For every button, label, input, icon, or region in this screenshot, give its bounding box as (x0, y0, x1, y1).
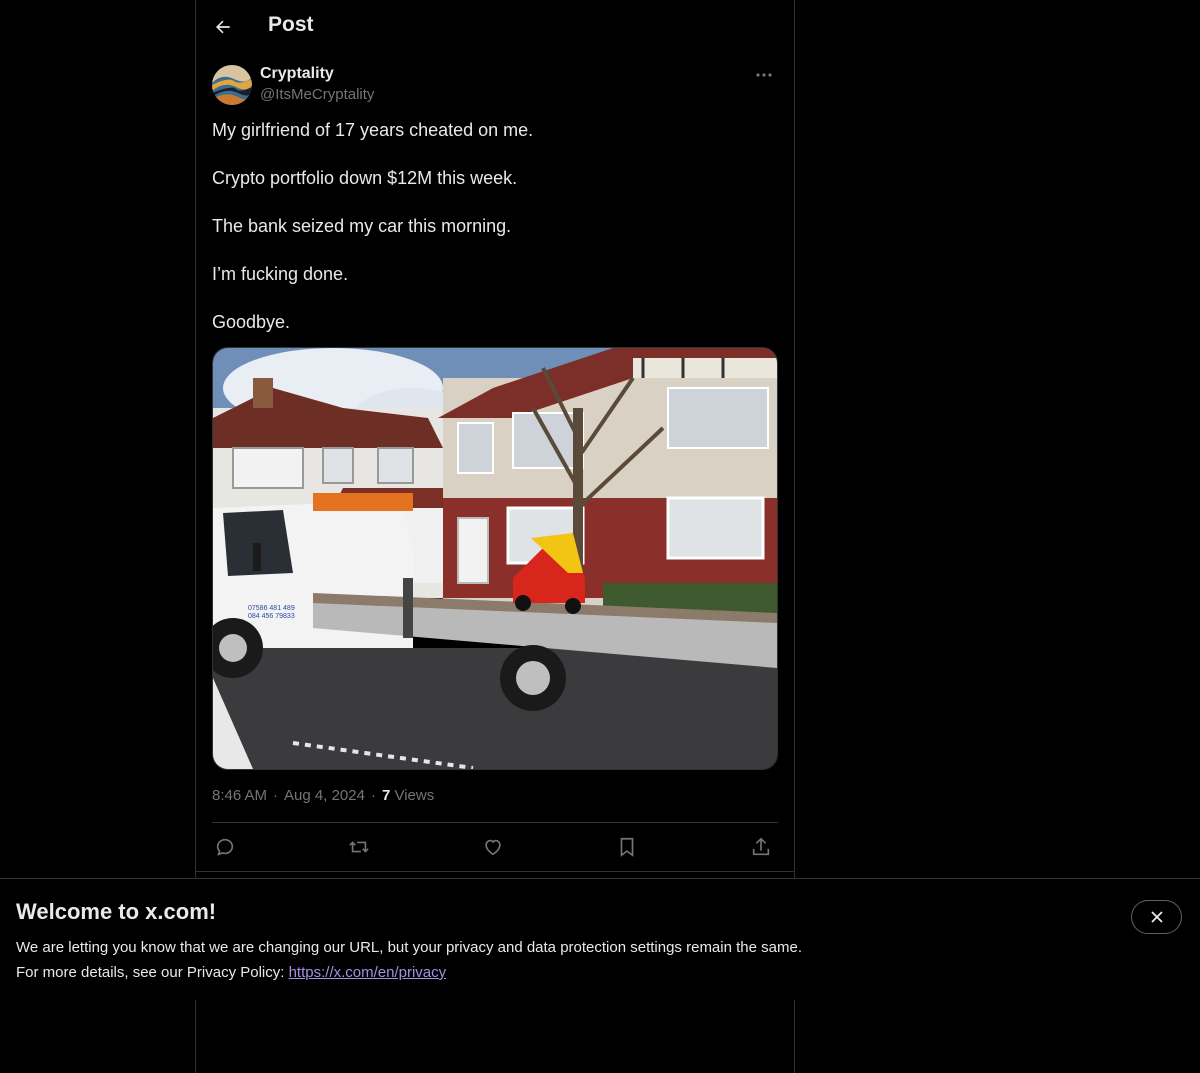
post-meta: 8:46 AM · Aug 4, 2024 · 7 Views (212, 787, 434, 804)
post-actions (212, 834, 778, 860)
author-name[interactable]: Cryptality (260, 65, 334, 83)
close-icon (1150, 911, 1163, 923)
repost-icon (349, 841, 369, 853)
post-photo[interactable]: 07586 481 489 084 456 79833 (212, 347, 778, 770)
url-change-banner: Welcome to x.com! We are letting you kno… (0, 878, 1200, 1000)
bookmark-icon (620, 837, 634, 857)
repost-button[interactable] (346, 834, 372, 860)
more-horizontal-icon (756, 73, 772, 77)
post-line: The bank seized my car this morning. (212, 216, 512, 236)
bookmark-button[interactable] (614, 834, 640, 860)
back-button[interactable] (206, 10, 240, 44)
banner-text: We are letting you know that we are chan… (16, 935, 802, 985)
like-button[interactable] (480, 834, 506, 860)
page-title: Post (268, 13, 314, 36)
like-icon (485, 839, 501, 856)
banner-title: Welcome to x.com! (16, 899, 217, 924)
avatar[interactable] (212, 65, 252, 105)
post-line: I’m fucking done. (212, 264, 349, 284)
post-date[interactable]: Aug 4, 2024 (284, 787, 365, 804)
post-time[interactable]: 8:46 AM (212, 787, 267, 804)
post-header: Post (196, 0, 794, 54)
banner-line: For more details, see our Privacy Policy… (16, 960, 802, 985)
post-line: Goodbye. (212, 312, 291, 332)
more-button[interactable] (750, 64, 778, 86)
post-author: Cryptality @ItsMeCryptality (212, 64, 778, 108)
post-line: Crypto portfolio down $12M this week. (212, 168, 518, 188)
photo-tow-truck-carrying-toy-car: 07586 481 489 084 456 79833 (213, 348, 777, 769)
banner-line: We are letting you know that we are chan… (16, 939, 802, 956)
reply-icon (216, 838, 234, 856)
privacy-policy-link[interactable]: https://x.com/en/privacy (289, 964, 447, 981)
share-button[interactable] (748, 834, 774, 860)
svg-text:07586 481 489: 07586 481 489 (248, 605, 295, 612)
svg-text:084 456 79833: 084 456 79833 (248, 613, 295, 620)
views-count: 7 (381, 787, 391, 804)
divider (196, 871, 794, 872)
author-handle[interactable]: @ItsMeCryptality (260, 86, 374, 103)
divider (212, 822, 778, 823)
views-label: Views (394, 787, 435, 804)
share-icon (752, 837, 770, 856)
banner-line-prefix: For more details, see our Privacy Policy… (16, 964, 289, 981)
meta-separator: · (370, 787, 376, 804)
arrow-left-icon (216, 20, 230, 34)
reply-button[interactable] (212, 834, 238, 860)
post-line: My girlfriend of 17 years cheated on me. (212, 120, 534, 140)
post-text: My girlfriend of 17 years cheated on me.… (212, 118, 778, 358)
close-banner-button[interactable] (1131, 900, 1182, 934)
meta-separator: · (273, 787, 279, 804)
